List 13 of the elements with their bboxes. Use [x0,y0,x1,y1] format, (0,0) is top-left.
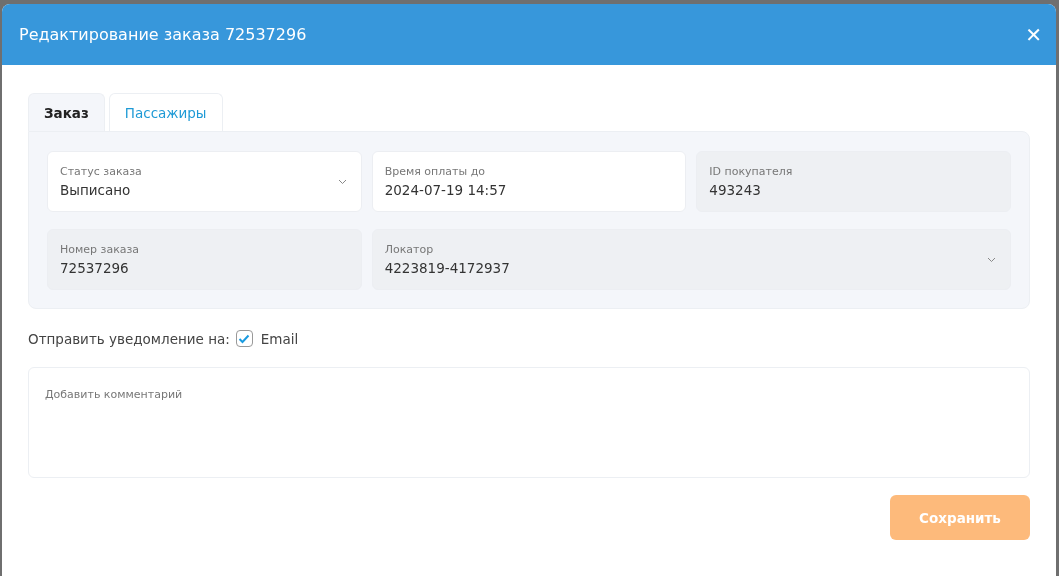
chevron-down-icon [337,178,347,185]
window-title: Редактирование заказа 72537296 [19,25,307,44]
notify-label: Отправить уведомление на: [28,330,230,347]
select-field[interactable]: Локатор 4223819-4172937 [371,229,1011,290]
tab[interactable]: Заказ [28,93,105,131]
comment-field[interactable]: Добавить комментарий [28,367,1030,478]
input-field[interactable]: Время оплаты до 2024-07-19 14:57 [371,151,687,212]
checkbox-label: Email [260,330,299,347]
select-field[interactable]: Статус заказа Выписано [47,151,362,212]
checkbox[interactable] [235,330,253,347]
input-field[interactable]: ID покупателя 493243 [696,151,1011,212]
chevron-down-icon [987,256,996,263]
input-field[interactable]: Номер заказа 72537296 [47,229,362,290]
